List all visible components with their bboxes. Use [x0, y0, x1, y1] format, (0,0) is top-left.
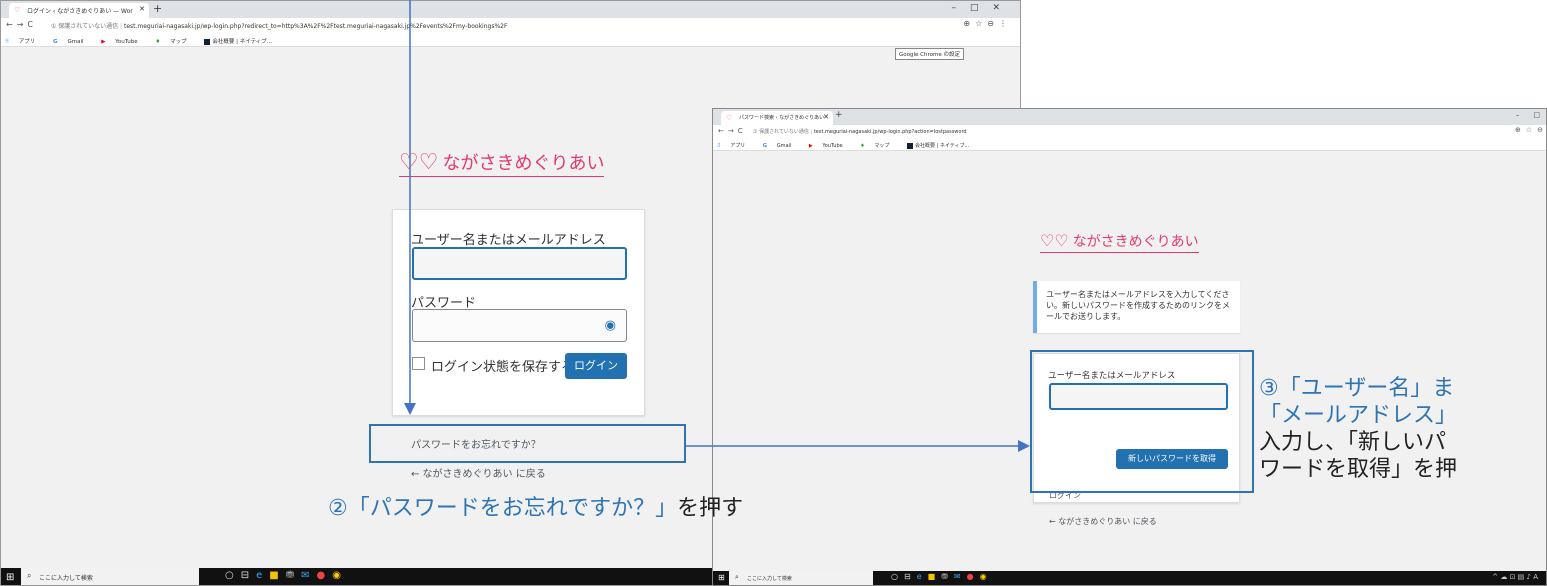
- login-button[interactable]: ログイン: [565, 353, 627, 379]
- bookmarks-bar: ⠿ アプリ G Gmail ▶ YouTube ♦ マップ 会社概要 | ネイテ…: [713, 139, 1546, 151]
- highlight-lostpassword-form: [1030, 350, 1254, 493]
- favicon-heart-icon: ♡: [726, 114, 733, 122]
- favicon-heart-icon: ♡: [14, 6, 21, 14]
- bookmark-youtube[interactable]: ▶ YouTube: [809, 143, 851, 149]
- tab-title: ログイン ‹ ながさきめぐりあい — Wor: [27, 8, 133, 15]
- windows-start-icon[interactable]: ⊞: [6, 572, 14, 583]
- nav-buttons-icon[interactable]: ←→C: [6, 20, 37, 29]
- username-input[interactable]: [412, 247, 627, 280]
- windows-start-icon[interactable]: ⊞: [718, 573, 725, 582]
- nav-buttons-icon[interactable]: ←→C: [718, 127, 747, 135]
- bookmark-gmail[interactable]: G Gmail: [53, 39, 91, 45]
- toolbar-icons[interactable]: ⊕☆⊖⋮: [963, 19, 1012, 28]
- system-tray-icons[interactable]: ^ ☁ ⊡ ▤ ♪ A: [1492, 573, 1538, 581]
- tab-login[interactable]: ♡ ログイン ‹ ながさきめぐりあい — Wor ✕: [9, 3, 149, 18]
- browser-window-lostpassword: ♡ パスワード検索 ‹ ながさきめぐりあい ✕ + –□ ←→C ① 保護されて…: [712, 108, 1547, 586]
- logo-hearts-icon: ♡♡: [1040, 231, 1069, 250]
- url-text[interactable]: test.meguriai-nagasaki.jp/wp-login.php?a…: [814, 129, 967, 135]
- bookmark-company[interactable]: 会社概要 | ネイティブ...: [906, 142, 977, 149]
- search-icon: ⌕: [735, 573, 739, 581]
- address-bar[interactable]: ←→C ① 保護されていない通信 | test.meguriai-nagasak…: [1, 18, 1020, 33]
- tab-close-icon[interactable]: ✕: [139, 5, 145, 13]
- bookmark-youtube[interactable]: ▶ YouTube: [101, 39, 145, 45]
- highlight-lost-password: [369, 424, 686, 463]
- bookmark-apps[interactable]: ⠿ アプリ: [5, 39, 43, 45]
- remember-label[interactable]: ログイン状態を保存する: [431, 356, 574, 375]
- insecure-badge[interactable]: ① 保護されていない通信: [753, 129, 809, 135]
- bookmark-company[interactable]: 会社概要 | ネイティブ...: [204, 38, 280, 45]
- tab-strip: ♡ ログイン ‹ ながさきめぐりあい — Wor ✕ + –□✕: [1, 1, 1020, 18]
- taskbar-search[interactable]: ⌕ ここに入力して検索: [729, 571, 873, 585]
- remember-checkbox[interactable]: [412, 357, 425, 370]
- show-password-eye-icon[interactable]: ◉: [605, 318, 616, 333]
- logo-hearts-icon: ♡♡: [399, 150, 439, 175]
- annotation-step2: ②「パスワードをお忘れですか？」を押す: [328, 496, 744, 521]
- username-label: ユーザー名またはメールアドレス: [411, 233, 606, 248]
- bookmark-gmail[interactable]: G Gmail: [763, 143, 799, 149]
- lostpassword-notice: ユーザー名またはメールアドレスを入力してください。新しいパスワードを作成するため…: [1033, 281, 1240, 333]
- bookmarks-bar: ⠿ アプリ G Gmail ▶ YouTube ♦ マップ 会社概要 | ネイテ…: [1, 33, 1020, 47]
- bookmark-apps[interactable]: ⠿ アプリ: [717, 143, 753, 149]
- annotation-step3: ③「ユーザー名」ま 「メールアドレス」 入力し、「新しいパ ワードを取得」を押: [1259, 376, 1458, 482]
- new-tab-icon[interactable]: +: [153, 2, 162, 15]
- back-to-site-link[interactable]: ← ながさきめぐりあい に戻る: [411, 465, 546, 480]
- address-bar[interactable]: ←→C ① 保護されていない通信 | test.meguriai-nagasak…: [713, 125, 1546, 139]
- password-input[interactable]: ◉: [412, 309, 627, 342]
- new-tab-icon[interactable]: +: [835, 110, 843, 120]
- window-controls[interactable]: –□: [1516, 111, 1546, 119]
- bookmark-maps[interactable]: ♦ マップ: [860, 143, 897, 149]
- window-controls[interactable]: –□✕: [951, 3, 1014, 13]
- taskbar-apps-icon[interactable]: ○⊟e■⛃✉●◉: [225, 570, 348, 581]
- site-logo[interactable]: ♡♡ ながさきめぐりあい: [1040, 231, 1199, 253]
- tab-strip: ♡ パスワード検索 ‹ ながさきめぐりあい ✕ + –□: [713, 109, 1546, 125]
- search-icon: ⌕: [27, 571, 32, 580]
- insecure-badge[interactable]: ① 保護されていない通信: [51, 23, 118, 30]
- settings-tooltip: Google Chrome の設定: [895, 48, 964, 60]
- tab-title: パスワード検索 ‹ ながさきめぐりあい: [739, 115, 825, 121]
- url-text[interactable]: test.meguriai-nagasaki.jp/wp-login.php?r…: [124, 23, 507, 30]
- taskbar: ⊞ ⌕ ここに入力して検索 ○⊟e■⛃✉●◉ ^ ☁ ⊡ ▤ ♪ A: [713, 571, 1546, 585]
- toolbar-icons[interactable]: ⊕☆⊖: [1515, 126, 1546, 134]
- back-to-site-link[interactable]: ← ながさきめぐりあい に戻る: [1049, 516, 1157, 527]
- login-form: ユーザー名またはメールアドレス パスワード ◉ ログイン状態を保存する ログイン: [392, 209, 645, 416]
- bookmark-maps[interactable]: ♦ マップ: [155, 39, 194, 45]
- site-logo[interactable]: ♡♡ ながさきめぐりあい: [399, 149, 605, 177]
- taskbar-search[interactable]: ⌕ ここに入力して検索: [21, 568, 199, 585]
- taskbar-apps-icon[interactable]: ○⊟e■⛃✉●◉: [891, 572, 993, 581]
- tab-close-icon[interactable]: ✕: [823, 113, 829, 121]
- tab-lostpassword[interactable]: ♡ パスワード検索 ‹ ながさきめぐりあい ✕: [721, 111, 833, 125]
